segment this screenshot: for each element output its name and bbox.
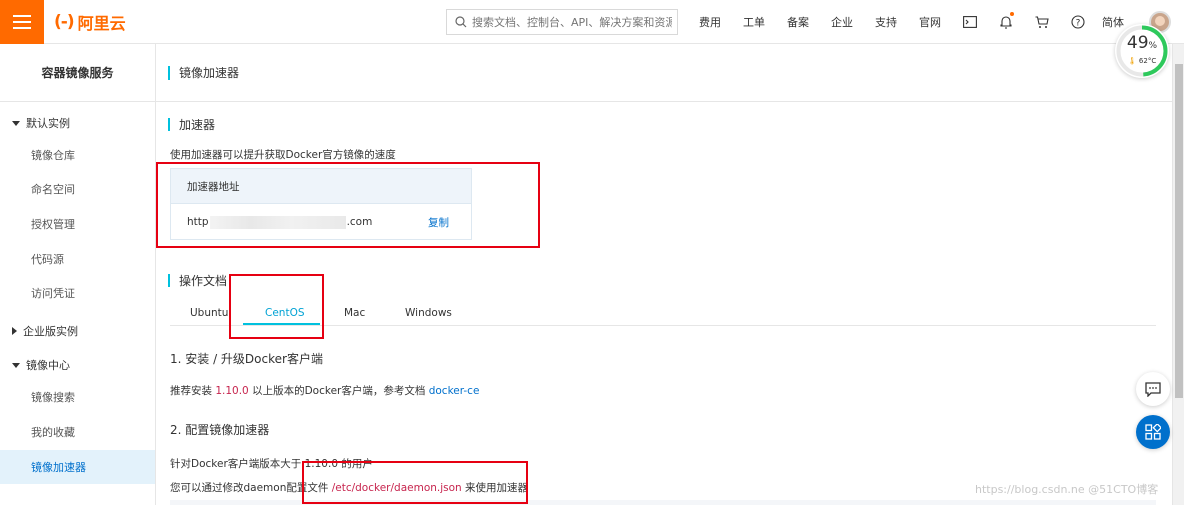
logo-mark: (-) bbox=[54, 12, 75, 32]
sidebar-item-credentials[interactable]: 访问凭证 bbox=[0, 276, 155, 310]
sidebar-item-accelerator[interactable]: 镜像加速器 bbox=[0, 450, 155, 484]
sidebar-item-image-search[interactable]: 镜像搜索 bbox=[0, 380, 155, 414]
aliyun-logo[interactable]: (-) 阿里云 bbox=[54, 11, 126, 33]
nav-support[interactable]: 支持 bbox=[864, 14, 908, 30]
help-button[interactable]: ? bbox=[1060, 0, 1096, 44]
accelerator-description: 使用加速器可以提升获取Docker官方镜像的速度 bbox=[170, 149, 396, 161]
menu-line-icon bbox=[13, 15, 31, 17]
apps-button[interactable] bbox=[1136, 415, 1170, 449]
tab-mac[interactable]: Mac bbox=[344, 307, 365, 319]
scrollbar-thumb[interactable] bbox=[1175, 64, 1183, 398]
section-title: 加速器 bbox=[179, 118, 216, 132]
caret-down-icon bbox=[12, 362, 20, 368]
section-accent-bar bbox=[168, 274, 170, 287]
search-input[interactable] bbox=[472, 15, 672, 29]
accelerator-section-heading: 加速器 bbox=[168, 116, 215, 133]
sidebar-item-favorites[interactable]: 我的收藏 bbox=[0, 415, 155, 449]
nav-tickets[interactable]: 工单 bbox=[732, 14, 776, 30]
section-accent-bar bbox=[168, 118, 170, 131]
sidebar-group-image-center[interactable]: 镜像中心 bbox=[12, 357, 70, 373]
nav-icp[interactable]: 备案 bbox=[776, 14, 820, 30]
nav-enterprise[interactable]: 企业 bbox=[820, 14, 864, 30]
recommended-version: 1.10.0 bbox=[215, 385, 249, 397]
annotation-centos-tab bbox=[229, 274, 324, 339]
section-title: 操作文档 bbox=[179, 274, 228, 288]
sidebar-item-namespaces[interactable]: 命名空间 bbox=[0, 172, 155, 206]
step1-text: 推荐安装 1.10.0 以上版本的Docker客户端，参考文档 docker-c… bbox=[170, 385, 480, 397]
top-nav: 费用 工单 备案 企业 支持 官网 ? 简体 bbox=[688, 0, 1130, 44]
sidebar-item-authorization[interactable]: 授权管理 bbox=[0, 207, 155, 241]
nav-fees[interactable]: 费用 bbox=[688, 14, 732, 30]
page-scrollbar[interactable] bbox=[1172, 44, 1184, 505]
terminal-icon bbox=[963, 16, 977, 28]
bell-icon bbox=[1000, 16, 1012, 29]
chat-icon bbox=[1145, 381, 1161, 397]
svg-text:?: ? bbox=[1076, 19, 1081, 29]
cart-button[interactable] bbox=[1024, 0, 1060, 44]
caret-down-icon bbox=[12, 120, 20, 126]
sidebar-item-repositories[interactable]: 镜像仓库 bbox=[0, 138, 155, 172]
title-accent-bar bbox=[168, 65, 170, 80]
notification-dot bbox=[1010, 12, 1014, 16]
hamburger-menu-button[interactable] bbox=[0, 0, 44, 44]
sidebar-group-label: 企业版实例 bbox=[23, 325, 78, 338]
annotation-daemon-path bbox=[302, 461, 528, 504]
watermark: https://blog.csdn.ne @51CTO博客 bbox=[975, 483, 1159, 496]
sidebar-item-code-source[interactable]: 代码源 bbox=[0, 242, 155, 276]
menu-line-icon bbox=[13, 21, 31, 23]
notifications-button[interactable] bbox=[988, 0, 1024, 44]
help-icon: ? bbox=[1071, 15, 1085, 29]
logo-text: 阿里云 bbox=[77, 14, 126, 33]
caret-right-icon bbox=[12, 327, 17, 335]
cart-icon bbox=[1035, 15, 1049, 28]
step1-title: 1. 安装 / 升级Docker客户端 bbox=[170, 352, 323, 366]
nav-website[interactable]: 官网 bbox=[908, 14, 952, 30]
sidebar-group-enterprise-instance[interactable]: 企业版实例 bbox=[12, 323, 78, 339]
sidebar-title: 容器镜像服务 bbox=[0, 44, 155, 102]
global-search[interactable] bbox=[446, 9, 678, 35]
top-bar: (-) 阿里云 费用 工单 备案 企业 支持 官网 ? 简体 bbox=[0, 0, 1184, 44]
search-icon bbox=[455, 16, 467, 28]
apps-grid-icon bbox=[1145, 424, 1161, 440]
menu-line-icon bbox=[13, 27, 31, 29]
tab-ubuntu[interactable]: Ubuntu bbox=[190, 307, 228, 319]
sidebar: 容器镜像服务 默认实例 镜像仓库 命名空间 授权管理 代码源 访问凭证 企业版实… bbox=[0, 44, 156, 505]
sidebar-group-default-instance[interactable]: 默认实例 bbox=[12, 115, 70, 131]
page-header: 镜像加速器 bbox=[156, 44, 1184, 102]
annotation-accelerator-box bbox=[156, 162, 540, 248]
docker-ce-link[interactable]: docker-ce bbox=[429, 385, 480, 397]
sidebar-group-label: 默认实例 bbox=[26, 117, 70, 130]
step2-title: 2. 配置镜像加速器 bbox=[170, 423, 270, 437]
sidebar-group-label: 镜像中心 bbox=[26, 359, 70, 372]
page-title: 镜像加速器 bbox=[179, 66, 240, 80]
tab-windows[interactable]: Windows bbox=[405, 307, 452, 319]
feedback-button[interactable] bbox=[1136, 372, 1170, 406]
docs-section-heading: 操作文档 bbox=[168, 272, 227, 289]
terminal-button[interactable] bbox=[952, 0, 988, 44]
